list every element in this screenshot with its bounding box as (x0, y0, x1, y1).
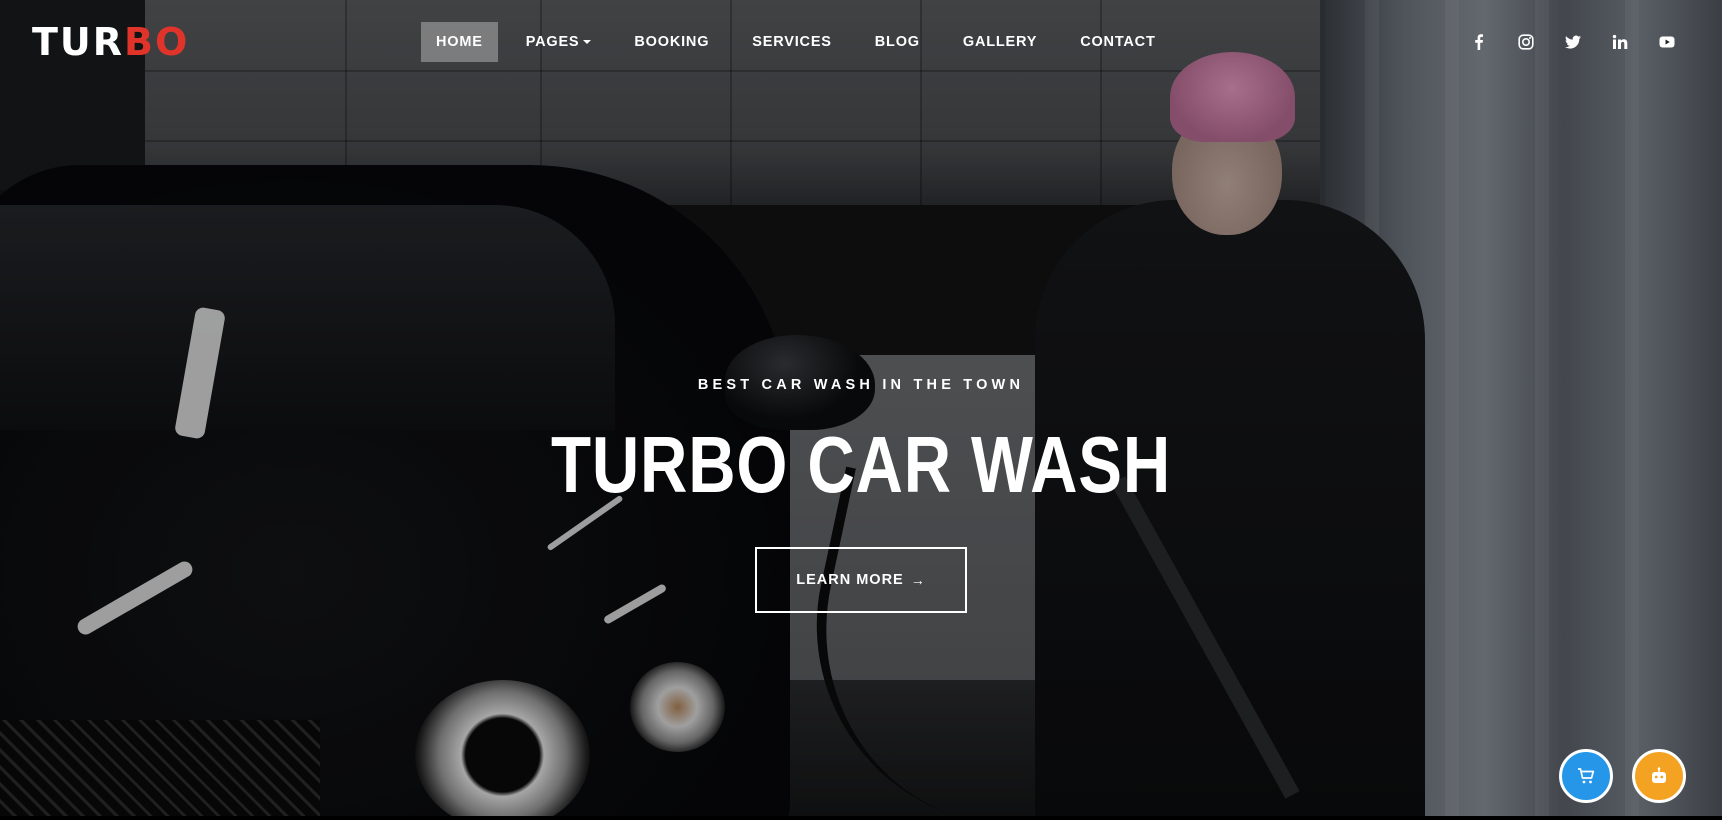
youtube-icon[interactable] (1654, 29, 1680, 55)
hero-tagline: BEST CAR WASH IN THE TOWN (697, 377, 1025, 393)
chatbot-button[interactable] (1632, 749, 1686, 803)
arrow-right-icon: → (910, 572, 926, 588)
learn-more-button[interactable]: LEARN MORE → (755, 547, 967, 613)
nav-contact[interactable]: CONTACT (1065, 22, 1170, 62)
nav-pages[interactable]: PAGES (511, 22, 607, 62)
nav-home[interactable]: HOME (421, 22, 498, 62)
nav-blog[interactable]: BLOG (860, 22, 935, 62)
instagram-icon[interactable] (1513, 29, 1539, 55)
main-nav: HOME PAGES BOOKING SERVICES BLOG GALLERY… (421, 22, 1184, 62)
cart-button[interactable] (1559, 749, 1613, 803)
hero-title: TURBO CAR WASH (550, 420, 1172, 509)
twitter-icon[interactable] (1560, 29, 1586, 55)
linkedin-icon[interactable] (1607, 29, 1633, 55)
hero-background (0, 0, 1722, 816)
social-links (1445, 29, 1680, 55)
robot-icon (1652, 767, 1666, 783)
cart-icon (1578, 768, 1595, 784)
caret-down-icon (583, 40, 592, 44)
logo[interactable]: TURBO (32, 22, 189, 62)
nav-services[interactable]: SERVICES (737, 22, 846, 62)
site-header: TURBO HOME PAGES BOOKING SERVICES BLOG G… (0, 0, 1722, 84)
nav-gallery[interactable]: GALLERY (948, 22, 1052, 62)
facebook-icon[interactable] (1466, 29, 1492, 55)
nav-booking[interactable]: BOOKING (619, 22, 724, 62)
